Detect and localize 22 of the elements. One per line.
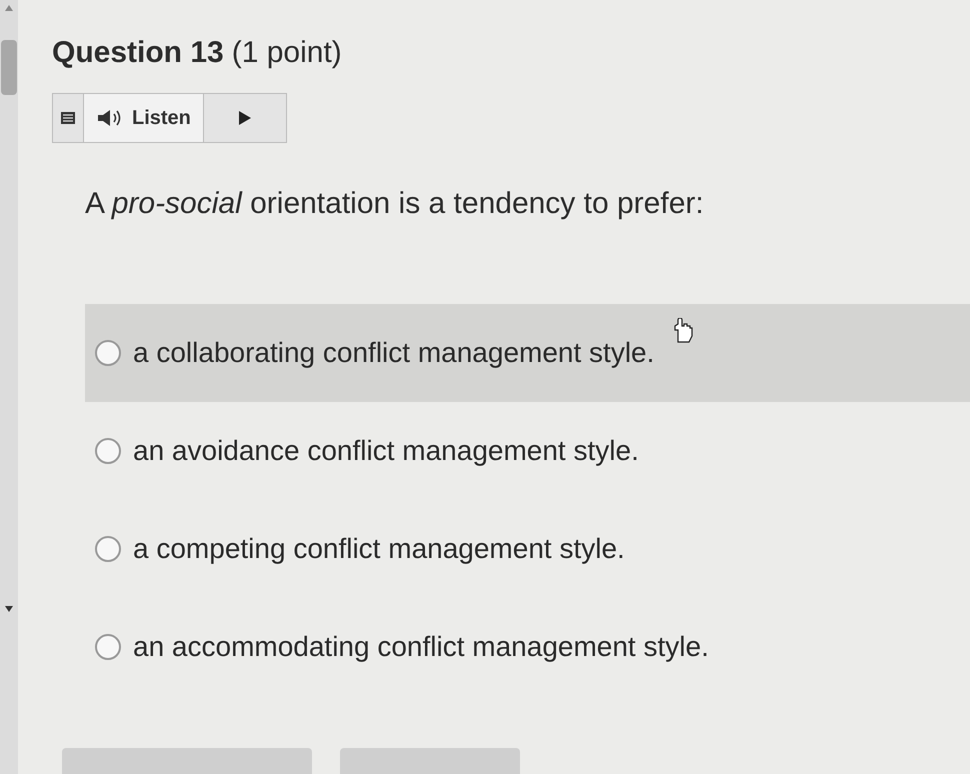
option-label: a competing conflict management style. (133, 532, 625, 566)
question-points: (1 point) (232, 35, 342, 71)
question-text: A pro-social orientation is a tendency to prefer: (85, 187, 704, 220)
scroll-thumb[interactable] (1, 40, 17, 95)
play-icon (238, 110, 252, 126)
option-label: an accommodating conflict management style. (133, 630, 709, 664)
answer-option[interactable]: a collaborating conflict management style. (85, 304, 970, 402)
answer-option[interactable]: an accommodating conflict management style. (85, 598, 970, 696)
question-title: Question 13 (52, 35, 224, 71)
answer-option[interactable]: an avoidance conflict management style. (85, 402, 970, 500)
scroll-down-icon[interactable] (4, 605, 14, 613)
radio-button[interactable] (95, 340, 121, 366)
radio-button[interactable] (95, 536, 121, 562)
answer-option[interactable]: a competing conflict management style. (85, 500, 970, 598)
radio-button[interactable] (95, 634, 121, 660)
option-label: a collaborating conflict management style. (133, 336, 654, 370)
radio-button[interactable] (95, 438, 121, 464)
listen-button[interactable]: Listen (83, 94, 204, 142)
menu-icon (61, 112, 75, 124)
scrollbar[interactable] (0, 0, 18, 774)
scroll-up-icon[interactable] (4, 4, 14, 12)
option-label: an avoidance conflict management style. (133, 434, 639, 468)
